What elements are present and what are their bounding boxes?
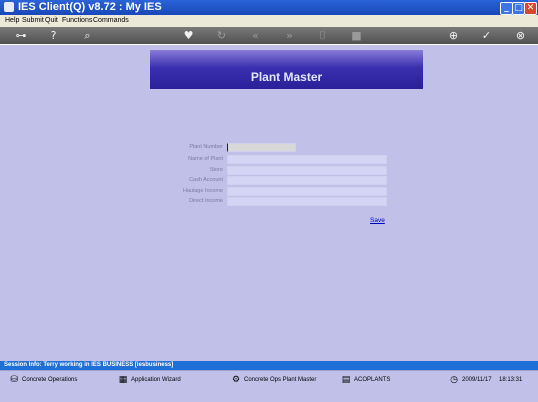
haulage-income-field[interactable] [227,187,387,196]
taskbar-item-acoplants[interactable]: ▤ ACOPLANTS [341,374,411,386]
table-icon: ▤ [341,375,351,385]
menu-functions[interactable]: Functions [62,16,92,26]
stop-icon[interactable]: ■ [349,28,364,43]
app-icon [4,2,14,12]
menu-bar: Help Submit Quit Functions Commands [0,15,538,27]
window-title: IES Client(Q) v8.72 : My IES [18,1,162,13]
page-title: Plant Master [250,70,323,84]
menu-commands[interactable]: Commands [93,16,129,26]
status-bar: Session Info: Terry working in IES BUSIN… [0,361,538,370]
cash-account-field[interactable] [227,176,387,185]
session-info: Session Info: Terry working in IES BUSIN… [4,362,174,368]
haulage-income-label: Haulage Income [182,188,223,194]
concrete-icon: ⛁ [10,375,18,385]
plant-name-label: Name of Plant [188,156,223,162]
search-icon[interactable]: ⌕ [80,28,95,43]
taskbar-item-application-wizard[interactable]: ▦ Application Wizard [118,374,213,386]
form-banner: Plant Master [150,50,423,89]
bottom-border [0,395,538,402]
wizard-icon: ▦ [118,375,128,385]
plant-number-label: Plant Number [189,144,223,150]
plant-number-field[interactable] [227,143,296,152]
store-label: Store [209,167,223,173]
plant-name-field[interactable] [227,155,387,164]
direct-income-field[interactable] [227,197,387,206]
title-bar: IES Client(Q) v8.72 : My IES _ □ ✕ [0,0,538,15]
key-icon[interactable]: ⊶ [11,28,31,43]
refresh-icon[interactable]: ↻ [214,28,229,43]
menu-quit[interactable]: Quit [45,16,58,26]
cash-account-label: Cash Account [189,177,223,183]
menu-submit[interactable]: Submit [22,16,44,26]
close-icon[interactable]: ⊗ [513,28,528,43]
menu-help[interactable]: Help [5,16,19,26]
heart-icon[interactable]: ♥ [181,28,196,43]
close-window-button[interactable]: ✕ [524,2,537,15]
save-link[interactable]: Save [370,217,385,224]
plant-icon: ⚙ [231,375,241,385]
date-display: 2009/11/17 [462,377,492,383]
direct-income-label: Direct Income [189,198,223,204]
toolbar: ⊶ ? ⌕ ♥ ↻ « » ⌷ ■ ⊕ ✓ ⊗ [0,27,538,45]
taskbar-item-concrete-operations[interactable]: ⛁ Concrete Operations [9,374,104,386]
clock-icon: ◷ [450,375,458,385]
globe-icon[interactable]: ⊕ [446,28,461,43]
clock: ◷ 2009/11/17 18:13:31 [449,374,529,386]
forward-icon[interactable]: » [282,28,297,43]
rewind-icon[interactable]: « [248,28,263,43]
check-icon[interactable]: ✓ [479,28,494,43]
help-icon[interactable]: ? [46,28,61,43]
store-field[interactable] [227,166,387,175]
taskbar: ⛁ Concrete Operations ▦ Application Wiza… [0,370,538,395]
taskbar-item-plant-master[interactable]: ⚙ Concrete Ops Plant Master [231,374,331,386]
time-display: 18:13:31 [499,377,523,383]
trash-icon[interactable]: ⌷ [315,28,330,43]
